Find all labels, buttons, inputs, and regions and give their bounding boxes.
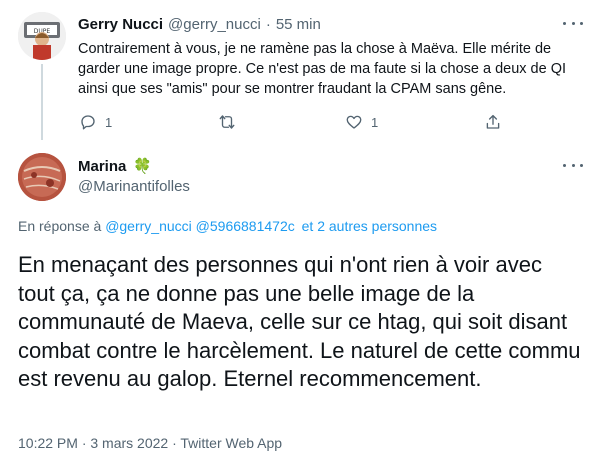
- clover-emoji: 🍀: [133, 158, 153, 175]
- main-tweet-text: En menaçant des personnes qui n'ont rien…: [18, 252, 581, 391]
- parent-display-name[interactable]: Gerry Nucci: [78, 16, 163, 33]
- parent-tweet[interactable]: DUPE Gerry Nucci @gerry_nucci · 55 min C…: [0, 0, 599, 140]
- parent-separator: ·: [265, 15, 271, 33]
- retweet-icon: [219, 115, 235, 129]
- reply-context-prefix: En réponse à: [18, 218, 102, 234]
- parent-tweet-text: Contrairement à vous, je ne ramène pas l…: [78, 41, 567, 97]
- avatar-illustration: [18, 153, 66, 201]
- parent-time[interactable]: 55 min: [276, 16, 321, 33]
- thread-line: [41, 64, 43, 140]
- reply-button[interactable]: 1: [79, 113, 112, 131]
- reply-count: 1: [105, 114, 113, 130]
- like-count: 1: [371, 114, 379, 130]
- share-button[interactable]: [484, 113, 502, 131]
- parent-more-icon[interactable]: [563, 20, 583, 26]
- main-more-icon[interactable]: [563, 162, 583, 168]
- like-icon: [346, 115, 362, 129]
- main-name-row: Marina 🍀: [78, 155, 152, 177]
- share-icon: [486, 114, 500, 129]
- parent-handle[interactable]: @gerry_nucci: [168, 16, 261, 33]
- mention-gerry-nucci[interactable]: @gerry_nucci: [105, 218, 192, 234]
- main-handle[interactable]: @Marinantifolles: [78, 178, 190, 195]
- tweet-meta[interactable]: 10:22 PM · 3 mars 2022 · Twitter Web App: [18, 435, 282, 451]
- like-button[interactable]: 1: [345, 113, 378, 131]
- main-display-name[interactable]: Marina: [78, 158, 126, 175]
- main-avatar[interactable]: [18, 153, 66, 201]
- reply-icon: [81, 115, 95, 130]
- retweet-button[interactable]: [218, 113, 236, 131]
- parent-avatar[interactable]: DUPE: [18, 12, 66, 60]
- main-tweet: Marina 🍀 @Marinantifolles En réponse à @…: [0, 140, 599, 461]
- reply-context: En réponse à @gerry_nucci @5966881472c e…: [18, 218, 437, 234]
- reply-others-link[interactable]: et 2 autres personnes: [302, 218, 437, 234]
- avatar-illustration: DUPE: [18, 12, 66, 60]
- mention-5966881472c[interactable]: @5966881472c: [196, 218, 295, 234]
- parent-header: Gerry Nucci @gerry_nucci · 55 min: [78, 14, 321, 34]
